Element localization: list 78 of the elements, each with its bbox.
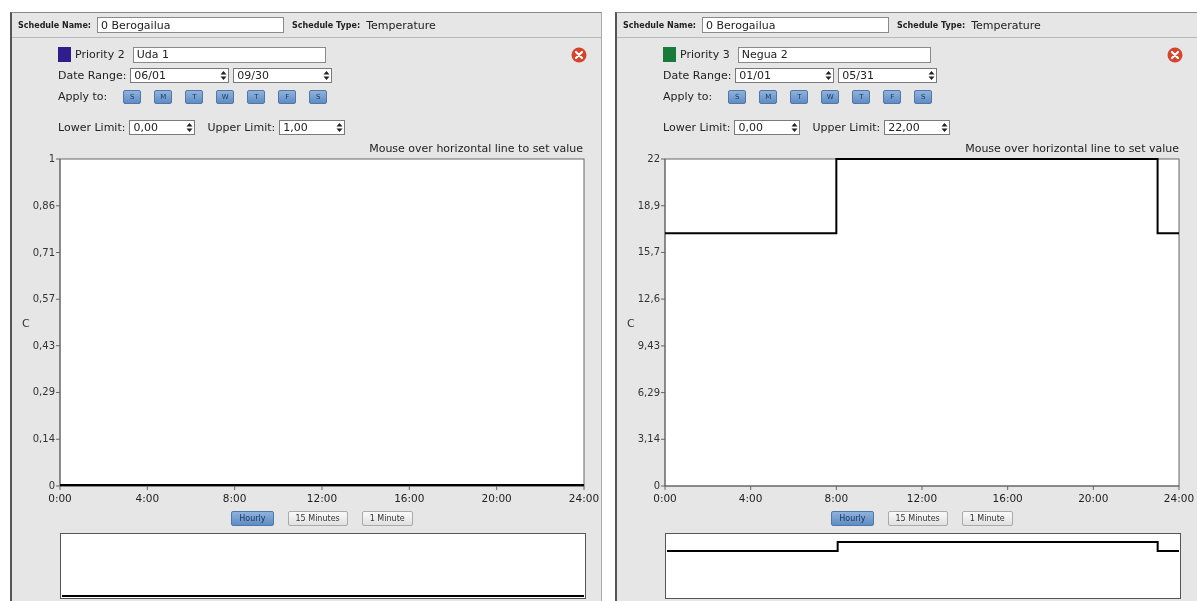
tick-label: 16:00 (992, 492, 1023, 504)
field-label: Date Range: (58, 69, 127, 82)
resolution-button[interactable]: Hourly (231, 511, 274, 526)
tick-label: 20:00 (481, 492, 512, 504)
spinner-icon[interactable] (323, 70, 331, 81)
end-date-field[interactable]: 05/31 (838, 68, 938, 83)
field-label: Schedule Name: (18, 20, 92, 30)
end-date-field[interactable]: 09/30 (233, 68, 333, 83)
field-label: Upper Limit: (207, 121, 276, 134)
tick-label: 0:00 (653, 492, 677, 504)
spinner-icon[interactable] (791, 122, 799, 133)
field-label: Schedule Type: (292, 20, 361, 30)
tick-label: 18,9 (637, 199, 660, 211)
tick-label: 0,43 (32, 339, 55, 351)
tick-label: 0,57 (32, 293, 55, 305)
field-label: Upper Limit: (812, 121, 881, 134)
tick-label: 3,14 (637, 433, 660, 445)
close-icon[interactable] (1167, 47, 1183, 63)
tick-label: 6,29 (637, 386, 660, 398)
lower-limit-field[interactable]: 0,00 (129, 120, 196, 135)
tick-label: 0 (48, 480, 55, 491)
tick-label: 12:00 (306, 492, 338, 504)
resolution-button[interactable]: 15 Minutes (887, 511, 948, 526)
tick-label: 9,43 (637, 339, 660, 351)
schedule-type: Temperature (366, 18, 436, 32)
tick-label: 0,86 (32, 199, 55, 211)
resolution-button[interactable]: 1 Minute (361, 511, 413, 526)
priority-name-field[interactable]: Uda 1 (132, 46, 326, 63)
field-label: Date Range: (663, 69, 732, 82)
name-field[interactable]: 0 Berogailua (97, 17, 285, 33)
spinner-icon[interactable] (928, 70, 936, 81)
tick-label: 8:00 (222, 492, 247, 504)
axis-title: C (22, 316, 30, 330)
tick-label: 4:00 (135, 492, 160, 504)
tick-label: 0:00 (48, 492, 72, 504)
hint-text: Mouse over horizontal line to set value (368, 143, 584, 155)
tick-label: 15,7 (637, 246, 660, 258)
tick-label: 20:00 (1078, 492, 1109, 504)
schedule-type: Temperature (971, 18, 1041, 32)
tick-label: 8:00 (824, 492, 849, 504)
priority-label: Priority 3 (680, 48, 730, 61)
tick-label: 22 (647, 153, 660, 164)
lower-limit-field[interactable]: 0,00 (734, 120, 801, 135)
tick-label: 4:00 (738, 492, 763, 504)
priority-label: Priority 2 (75, 48, 125, 61)
tick-label: 1 (48, 153, 55, 164)
hint-text: Mouse over horizontal line to set value (964, 143, 1180, 155)
upper-limit-field[interactable]: 1,00 (279, 120, 346, 135)
tick-label: 24:00 (1163, 492, 1195, 504)
tick-label: 0,29 (32, 386, 55, 398)
spinner-icon[interactable] (941, 122, 949, 133)
axis-title: C (627, 316, 635, 330)
field-label: Schedule Type: (897, 20, 966, 30)
start-date-field[interactable]: 06/01 (130, 68, 230, 83)
resolution-button[interactable]: 1 Minute (961, 511, 1013, 526)
resolution-button[interactable]: Hourly (831, 511, 874, 526)
tick-label: 24:00 (568, 492, 600, 504)
field-label: Apply to: (663, 90, 713, 103)
close-icon[interactable] (571, 47, 587, 63)
field-label: Lower Limit: (663, 121, 731, 134)
tick-label: 0 (653, 480, 660, 491)
field-label: Schedule Name: (623, 20, 697, 30)
tick-label: 16:00 (394, 492, 425, 504)
spinner-icon[interactable] (220, 70, 228, 81)
field-label: Apply to: (58, 90, 108, 103)
spinner-icon[interactable] (186, 122, 194, 133)
tick-label: 0,14 (32, 433, 55, 445)
tick-label: 12,6 (637, 293, 660, 305)
field-label: Lower Limit: (58, 121, 126, 134)
resolution-button[interactable]: 15 Minutes (287, 511, 348, 526)
priority-name-field[interactable]: Negua 2 (737, 46, 931, 63)
tick-label: 0,71 (32, 246, 55, 258)
start-date-field[interactable]: 01/01 (735, 68, 835, 83)
tick-label: 12:00 (906, 492, 938, 504)
name-field[interactable]: 0 Berogailua (702, 17, 890, 33)
upper-limit-field[interactable]: 22,00 (884, 120, 951, 135)
spinner-icon[interactable] (336, 122, 344, 133)
spinner-icon[interactable] (825, 70, 833, 81)
